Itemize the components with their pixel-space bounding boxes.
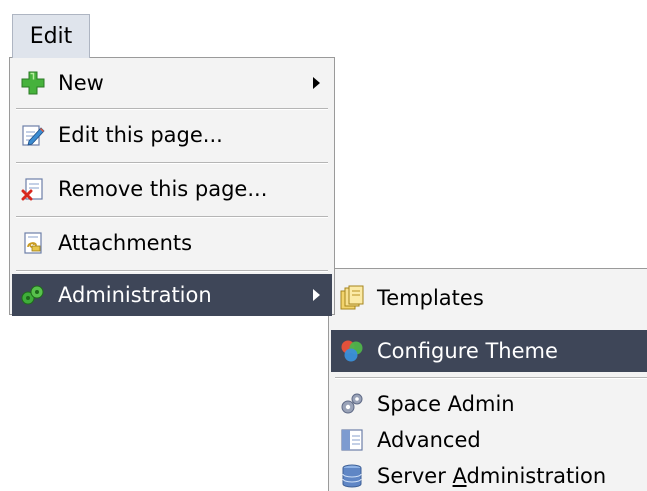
submenu-arrow-icon <box>313 77 320 89</box>
server-icon <box>339 463 365 489</box>
remove-page-icon <box>20 176 46 202</box>
menu-separator <box>16 108 328 110</box>
menu-item-label: Attachments <box>58 231 193 255</box>
edit-menu-label: Edit <box>29 24 73 49</box>
menu-item-label: Remove this page... <box>58 177 268 201</box>
advanced-icon <box>339 427 365 453</box>
administration-icon <box>20 282 46 308</box>
menu-separator <box>16 216 328 218</box>
submenu-item-advanced[interactable]: Advanced <box>331 421 647 459</box>
menu-item-administration[interactable]: Administration <box>12 274 332 316</box>
submenu-item-space-admin[interactable]: Space Admin <box>331 385 647 423</box>
submenu-item-configure-theme[interactable]: Configure Theme <box>331 330 647 372</box>
edit-page-icon <box>20 122 46 148</box>
menu-item-remove-page[interactable]: Remove this page... <box>12 166 332 212</box>
templates-icon <box>339 285 365 311</box>
menu-item-edit-page[interactable]: Edit this page... <box>12 112 332 158</box>
submenu-item-server-administration[interactable]: Server Administration <box>331 457 647 491</box>
menu-separator <box>16 270 328 272</box>
menu-item-new[interactable]: New <box>12 60 332 106</box>
submenu-arrow-icon <box>313 289 320 301</box>
screen: Edit New Edit this page... Remove this p… <box>0 0 647 491</box>
menu-item-label: New <box>58 71 104 95</box>
administration-submenu: Templates Configure Theme Space Admin Ad… <box>328 268 647 491</box>
menu-item-label: Administration <box>58 283 212 307</box>
edit-menu: New Edit this page... Remove this page..… <box>9 57 335 316</box>
plus-icon <box>20 70 46 96</box>
submenu-item-label: Templates <box>377 286 484 310</box>
submenu-item-label: Advanced <box>377 428 481 452</box>
submenu-item-label: Configure Theme <box>377 339 558 363</box>
edit-menu-tab[interactable]: Edit <box>12 14 90 58</box>
submenu-item-templates[interactable]: Templates <box>331 275 647 321</box>
attachment-icon <box>20 230 46 256</box>
menu-item-label: Edit this page... <box>58 123 223 147</box>
theme-icon <box>339 338 365 364</box>
menu-item-attachments[interactable]: Attachments <box>12 220 332 266</box>
submenu-item-label: Server Administration <box>377 464 607 488</box>
gears-icon <box>339 391 365 417</box>
menu-separator <box>335 377 647 379</box>
submenu-item-label: Space Admin <box>377 392 515 416</box>
menu-separator <box>16 162 328 164</box>
